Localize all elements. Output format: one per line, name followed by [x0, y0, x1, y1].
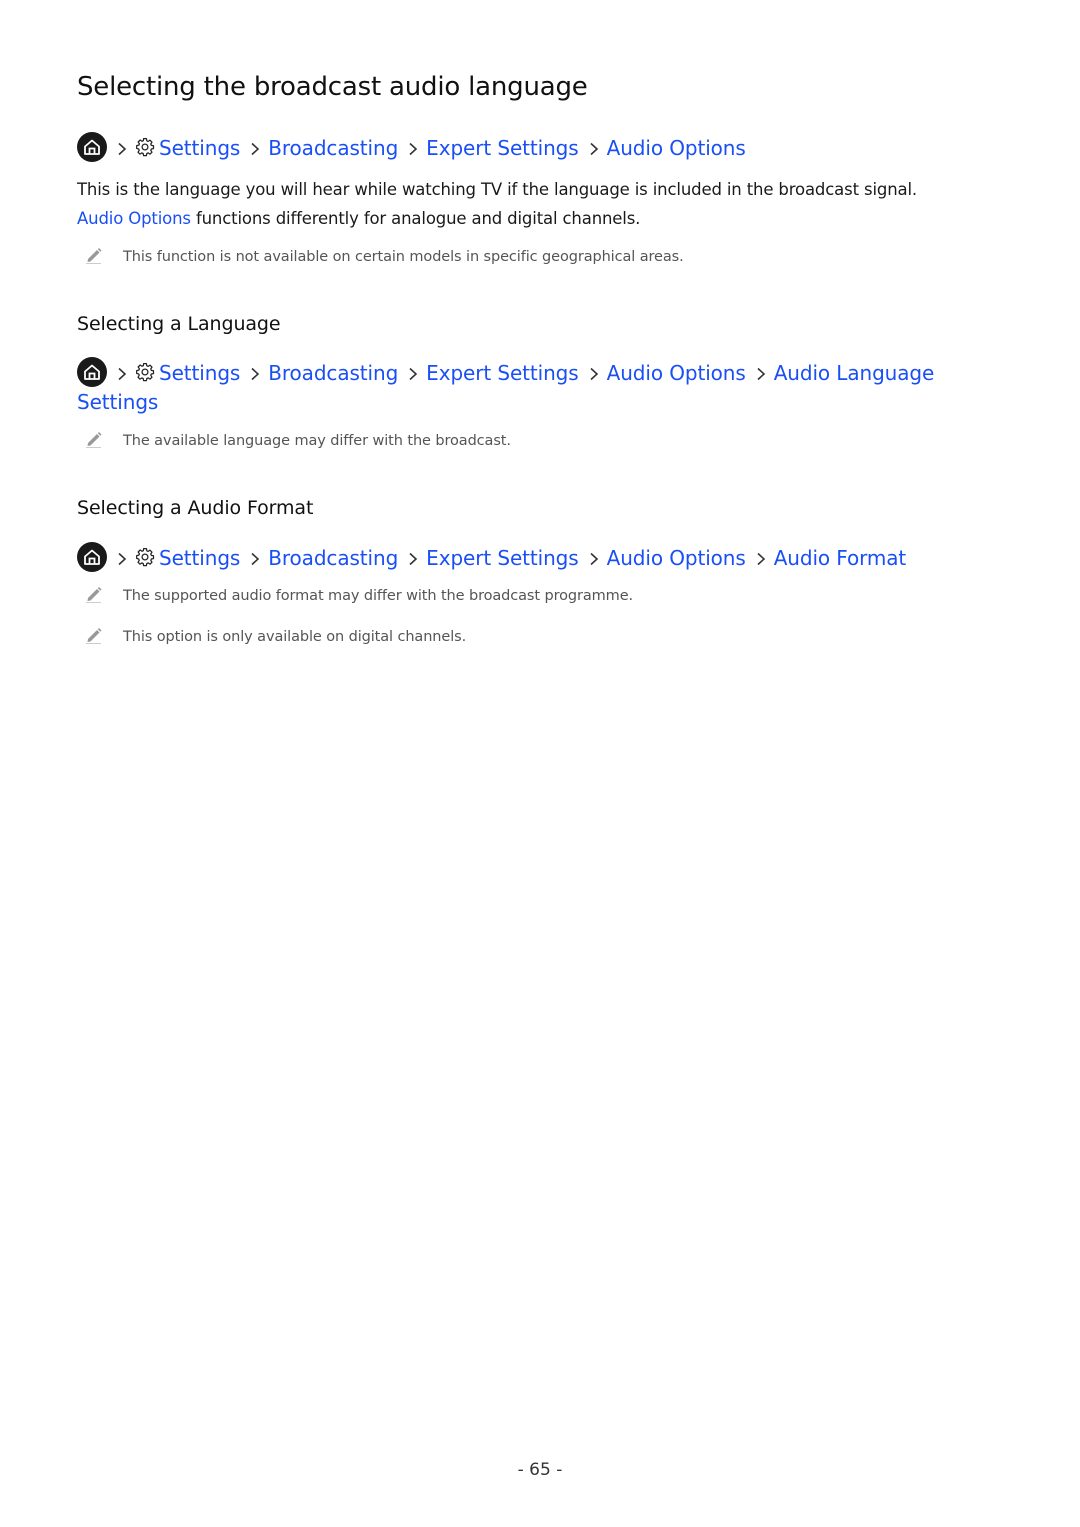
gear-icon	[136, 138, 155, 157]
path-link-audio-options[interactable]: Audio Options	[607, 361, 746, 385]
gear-icon	[136, 363, 155, 382]
path-link-audio-options[interactable]: Audio Options	[607, 136, 746, 160]
chevron-right-icon	[409, 367, 418, 381]
path-link-broadcasting[interactable]: Broadcasting	[268, 136, 398, 160]
home-icon[interactable]	[77, 357, 107, 387]
chevron-right-icon	[118, 367, 127, 381]
path-link-expert-settings[interactable]: Expert Settings	[426, 546, 579, 570]
home-icon[interactable]	[77, 132, 107, 162]
note-text: This option is only available on digital…	[123, 629, 467, 645]
chevron-right-icon	[409, 142, 418, 156]
chevron-right-icon	[251, 367, 260, 381]
menu-path: Settings Broadcasting Expert Settings Audio…	[77, 542, 957, 573]
pencil-icon	[86, 628, 102, 644]
chevron-right-icon	[757, 552, 765, 566]
section-heading-language: Selecting a Language	[77, 313, 281, 335]
chevron-right-icon	[251, 142, 260, 156]
note: This option is only available on digital…	[85, 626, 466, 645]
path-link-expert-settings[interactable]: Expert Settings	[426, 136, 579, 160]
chevron-right-icon	[118, 552, 127, 566]
pencil-icon	[86, 248, 102, 264]
intro-text-before: This is the language you will hear while…	[77, 180, 918, 199]
chevron-right-icon	[590, 367, 598, 381]
note-text: The supported audio format may differ wi…	[123, 588, 634, 604]
section-heading-audio-format: Selecting a Audio Format	[77, 497, 314, 519]
home-icon[interactable]	[77, 542, 107, 572]
note-text: This function is not available on certai…	[123, 249, 684, 265]
note: This function is not available on certai…	[85, 246, 684, 265]
path-link-settings[interactable]: Settings	[159, 546, 240, 570]
menu-path: Settings Broadcasting Expert Settings Audio…	[77, 357, 957, 417]
chevron-right-icon	[590, 142, 598, 156]
page-title: Selecting the broadcast audio language	[77, 72, 588, 102]
chevron-right-icon	[118, 142, 127, 156]
path-link-settings[interactable]: Settings	[159, 361, 240, 385]
pencil-icon	[86, 432, 102, 448]
intro-text-after: functions differently for analogue and d…	[190, 209, 641, 228]
page-number: - 65 -	[517, 1460, 563, 1480]
chevron-right-icon	[409, 552, 418, 566]
gear-icon	[136, 548, 155, 567]
chevron-right-icon	[590, 552, 598, 566]
note: The available language may differ with t…	[85, 430, 511, 449]
path-link-audio-options[interactable]: Audio Options	[607, 546, 746, 570]
chevron-right-icon	[757, 367, 765, 381]
intro-paragraph: This is the language you will hear while…	[77, 175, 957, 233]
pencil-icon	[86, 587, 102, 603]
audio-options-link[interactable]: Audio Options	[77, 209, 191, 228]
note-text: The available language may differ with t…	[123, 433, 511, 449]
path-link-settings[interactable]: Settings	[159, 136, 240, 160]
chevron-right-icon	[251, 552, 260, 566]
note: The supported audio format may differ wi…	[85, 585, 633, 604]
path-link-broadcasting[interactable]: Broadcasting	[268, 361, 398, 385]
path-link-audio-format[interactable]: Audio Format	[774, 546, 907, 570]
menu-path: Settings Broadcasting Expert Settings Audio…	[77, 132, 957, 163]
path-link-expert-settings[interactable]: Expert Settings	[426, 361, 579, 385]
path-link-broadcasting[interactable]: Broadcasting	[268, 546, 398, 570]
